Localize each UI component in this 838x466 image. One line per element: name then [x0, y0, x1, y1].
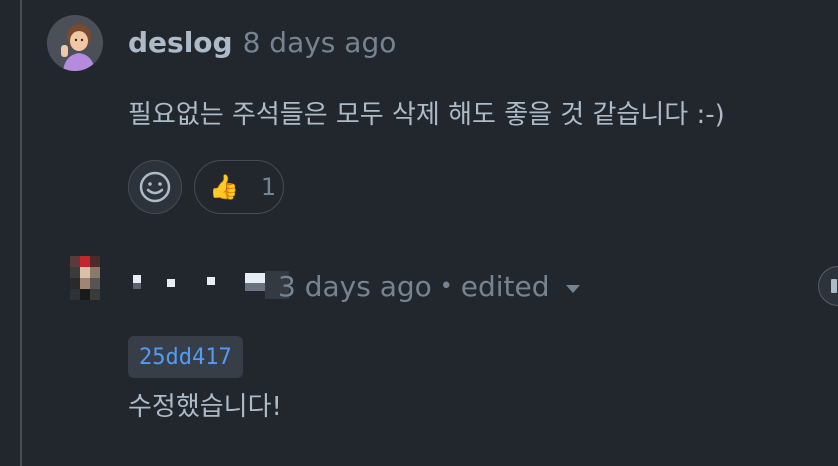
smiley-icon: [139, 171, 171, 203]
add-reaction-button[interactable]: [128, 160, 182, 214]
comment-thread: deslog 8 days ago 필요없는 주석들은 모두 삭제 해도 좋을 …: [0, 0, 838, 466]
pixelated-avatar-icon: [70, 256, 100, 300]
comment-body: 필요없는 주석들은 모두 삭제 해도 좋을 것 같습니다 :-): [128, 100, 725, 130]
timestamp[interactable]: 3 days ago: [278, 270, 432, 303]
redacted-author-name: [133, 271, 293, 301]
timestamp[interactable]: 8 days ago: [243, 26, 397, 59]
commit-sha-link[interactable]: 25dd417: [128, 336, 243, 378]
thumbs-up-icon: 👍: [209, 173, 239, 201]
comment-body: 수정했습니다!: [128, 392, 282, 422]
comment-meta: 3 days ago • edited: [278, 266, 580, 306]
memoji-avatar-icon: [47, 15, 103, 71]
options-icon: [831, 279, 837, 293]
avatar[interactable]: [70, 256, 100, 300]
comment-header: deslog 8 days ago: [128, 22, 396, 62]
comment-options-button[interactable]: [818, 266, 838, 306]
reaction-thumbs-up[interactable]: 👍 1: [194, 160, 284, 214]
redacted-pixels-icon: [133, 271, 289, 299]
timeline-line: [20, 0, 22, 466]
reaction-count: 1: [260, 173, 277, 201]
chevron-down-icon[interactable]: [565, 285, 580, 293]
separator-dot: •: [439, 273, 453, 299]
author-name[interactable]: deslog: [128, 26, 233, 59]
avatar[interactable]: [47, 15, 103, 71]
edited-label[interactable]: edited: [461, 270, 550, 303]
